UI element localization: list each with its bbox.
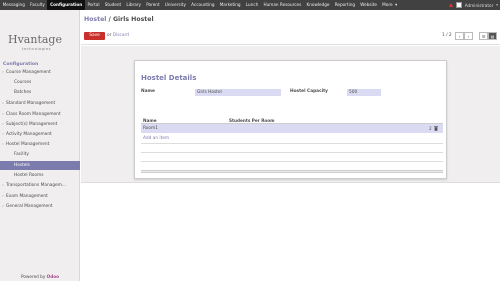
powered-by-text: Powered by (21, 274, 46, 279)
sidebar-item-hostel-management[interactable]: › Hostel Management (0, 140, 80, 149)
top-menu-item-faculty[interactable]: Faculty (27, 0, 47, 10)
top-menu-item-university[interactable]: University (162, 0, 188, 10)
table-divider (141, 143, 443, 144)
sidebar-item-batches[interactable]: Batches (0, 88, 80, 97)
save-button[interactable]: Save (84, 32, 105, 40)
pager-next-button[interactable]: › (464, 32, 473, 40)
powered-by: Powered by Odoo (0, 274, 80, 279)
breadcrumb-current: Girls Hostel (112, 16, 154, 23)
sidebar-item-label: Hostel Management (6, 142, 50, 148)
form-view-button[interactable]: ▤ (488, 32, 497, 40)
table-footer (141, 170, 443, 173)
sidebar-item-courses[interactable]: Courses (0, 78, 80, 87)
sidebar-item-facility[interactable]: Facility (0, 150, 80, 159)
sidebar-section-title: Configuration (3, 62, 39, 67)
discard-group: or Discard (107, 32, 129, 40)
sidebar-item-standard-management[interactable]: › Standard Management (0, 99, 80, 108)
sidebar-item-hostel-rooms[interactable]: Hostel Rooms (0, 171, 80, 180)
sidebar-item-exam-management[interactable]: › Exam Management (0, 192, 80, 201)
top-menu-item-marketing[interactable]: Marketing (217, 0, 243, 10)
list-view-button[interactable]: ☰ (479, 32, 488, 40)
breadcrumb-separator: / (108, 16, 111, 23)
add-item-link[interactable]: Add an item (143, 136, 169, 141)
top-menu-item-portal[interactable]: Portal (85, 0, 102, 10)
top-menu-bar: Messaging Faculty Configuration Portal Stude… (0, 0, 500, 10)
user-name[interactable]: Administrator (465, 3, 494, 8)
top-menu-item-parent[interactable]: Parent (144, 0, 163, 10)
top-menu-item-website[interactable]: Website (358, 0, 380, 10)
sidebar-item-label: Standard Management (6, 100, 56, 106)
column-header-students-per-room[interactable]: Students Per Room (229, 117, 275, 124)
sidebar-item-general-management[interactable]: › General Management (0, 202, 80, 211)
pager-value[interactable]: 1 / 2 (442, 32, 452, 40)
sidebar-item-label: Courses (14, 80, 32, 86)
main-content: Hostel / Girls Hostel Save or Discard 1 … (81, 10, 500, 281)
students-per-room-cell[interactable]: 2 (429, 124, 432, 133)
or-text: or (107, 33, 112, 38)
hostel-capacity-field[interactable]: 500 (347, 89, 381, 96)
powered-by-brand[interactable]: Odoo (47, 274, 59, 279)
chevron-right-icon: › (467, 34, 470, 39)
table-divider (141, 161, 443, 162)
sidebar-item-label: Hostels (14, 162, 30, 168)
room-name-cell[interactable]: Room1 (143, 124, 158, 133)
top-menu-item-configuration[interactable]: Configuration (47, 0, 85, 10)
top-menu-item-human-resources[interactable]: Human Resources (261, 0, 304, 10)
logo-tagline: technologies (22, 46, 51, 51)
sidebar-item-label: Batches (14, 90, 32, 96)
chevron-left-icon: ‹ (458, 34, 461, 39)
avatar[interactable] (455, 2, 462, 8)
top-menu-item-student[interactable]: Student (102, 0, 124, 10)
breadcrumb: Hostel / Girls Hostel (84, 16, 154, 23)
sidebar-item-label: Activity Management (6, 132, 52, 137)
sidebar-item-label: Facility (14, 152, 29, 158)
top-menu-item-reporting[interactable]: Reporting (332, 0, 358, 10)
more-caret-icon[interactable]: ▾ (395, 0, 400, 10)
sidebar-item-label: Subject(s) Management (6, 121, 58, 127)
list-icon: ☰ (481, 34, 486, 39)
name-field[interactable]: Girls Hostel (195, 89, 281, 96)
column-header-name[interactable]: Name (143, 117, 157, 124)
breadcrumb-parent[interactable]: Hostel (84, 16, 106, 23)
sidebar-item-class-room-management[interactable]: › Class Room Management (0, 110, 80, 119)
control-panel: Hostel / Girls Hostel Save or Discard 1 … (81, 10, 500, 45)
top-menu-item-accounting[interactable]: Accounting (189, 0, 218, 10)
top-menu: Messaging Faculty Configuration Portal Stude… (0, 0, 400, 10)
table-row[interactable]: Room1 2 (141, 124, 443, 133)
top-menu-item-more[interactable]: More (380, 0, 396, 10)
sidebar-item-label: Hostel Rooms (14, 172, 44, 178)
logo-text: Hvantage (8, 33, 62, 46)
chevron-down-icon[interactable]: ▾ (496, 3, 498, 7)
top-menu-item-knowledge[interactable]: Knowledge (304, 0, 332, 10)
form-title: Hostel Details (141, 74, 197, 82)
sidebar: Hvantage technologies Configuration › Cou… (0, 10, 80, 281)
sidebar-item-label: General Management (6, 204, 53, 210)
top-menu-item-messaging[interactable]: Messaging (0, 0, 27, 10)
alert-icon[interactable] (448, 3, 453, 7)
top-right-area: Administrator ▾ (448, 0, 498, 10)
sidebar-item-label: Transportations Managem... (6, 183, 66, 188)
hostel-capacity-label: Hostel Capacity (290, 89, 328, 94)
sidebar-item-transportations-managem[interactable]: › Transportations Managem... (0, 181, 80, 190)
top-menu-item-lunch[interactable]: Lunch (243, 0, 261, 10)
form-sheet: Hostel Details Name Girls Hostel Hostel … (134, 60, 447, 179)
discard-button[interactable]: Discard (113, 33, 129, 38)
name-label: Name (141, 89, 155, 94)
sidebar-item-label: Class Room Management (6, 111, 61, 117)
sidebar-item-activity-management[interactable]: › Activity Management (0, 130, 80, 139)
form-view: Hostel Details Name Girls Hostel Hostel … (81, 46, 500, 183)
form-icon: ▤ (490, 34, 495, 39)
trash-icon[interactable] (434, 126, 438, 131)
sidebar-item-label: Course Management (6, 70, 51, 75)
top-menu-item-library[interactable]: Library (124, 0, 144, 10)
sidebar-item-hostels[interactable]: Hostels (0, 160, 80, 170)
pager-previous-button[interactable]: ‹ (455, 32, 464, 40)
sidebar-item-subject-s-management[interactable]: › Subject(s) Management (0, 120, 80, 129)
company-logo: Hvantage technologies (8, 33, 62, 51)
sidebar-item-course-management[interactable]: › Course Management (0, 68, 80, 77)
sidebar-item-label: Exam Management (6, 194, 48, 199)
table-divider (141, 152, 443, 153)
table-header: Name Students Per Room (141, 117, 443, 124)
